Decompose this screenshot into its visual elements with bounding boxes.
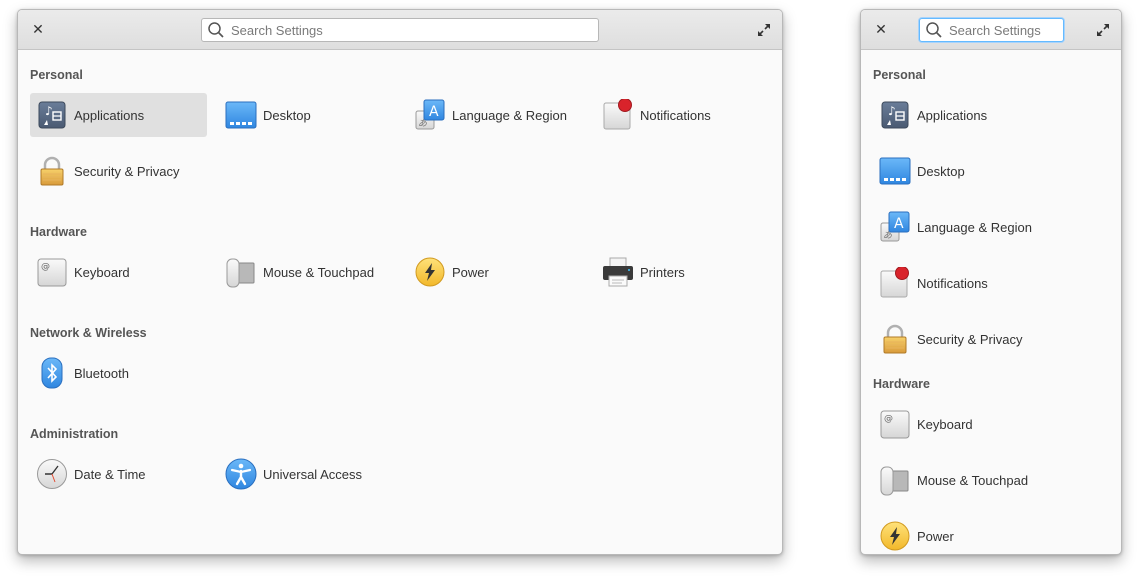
keyboard-icon: @ (879, 408, 911, 440)
clock-icon (36, 458, 68, 490)
svg-text:♪: ♪ (45, 104, 53, 118)
settings-item-security-privacy[interactable]: Security & Privacy (30, 149, 207, 193)
category-view: Personal ♪ Applications Desktop あ A Language &… (861, 51, 1121, 554)
settings-item-power[interactable]: Power (408, 250, 585, 294)
header-bar: ✕ (18, 10, 782, 50)
settings-item-printers[interactable]: Printers (596, 250, 773, 294)
svg-text:@: @ (884, 414, 893, 424)
language-icon: あA (414, 99, 446, 131)
svg-text:@: @ (41, 262, 50, 272)
search-icon (926, 22, 942, 38)
lock-icon (879, 323, 911, 355)
settings-item-label: Language & Region (917, 219, 1032, 235)
section-title-hardware: Hardware (873, 377, 930, 391)
settings-item-notifications[interactable]: Notifications (873, 261, 1109, 305)
maximize-button[interactable] (755, 21, 773, 39)
search-input[interactable] (949, 22, 1063, 38)
search-field[interactable] (919, 18, 1064, 42)
settings-item-label: Keyboard (917, 416, 973, 432)
settings-item-label: Power (917, 528, 954, 544)
settings-window-wide: ✕ Personal ♪ Applications Desktop あA Language… (17, 9, 783, 555)
svg-text:A: A (429, 104, 439, 120)
settings-item-desktop[interactable]: Desktop (219, 93, 396, 137)
settings-item-security-privacy[interactable]: Security & Privacy (873, 317, 1109, 361)
settings-item-mouse-touchpad[interactable]: Mouse & Touchpad (873, 458, 1109, 502)
section-title-network-wireless: Network & Wireless (30, 326, 147, 340)
section-title-personal: Personal (30, 68, 83, 82)
close-button[interactable]: ✕ (873, 21, 889, 37)
settings-item-universal-access[interactable]: Universal Access (219, 452, 396, 496)
settings-item-label: Mouse & Touchpad (917, 472, 1029, 488)
search-input[interactable] (231, 22, 598, 38)
maximize-icon (758, 24, 770, 36)
close-button[interactable]: ✕ (30, 21, 46, 37)
maximize-button[interactable] (1094, 21, 1112, 39)
bluetooth-icon (36, 357, 68, 389)
settings-item-label: Universal Access (263, 466, 362, 482)
settings-item-applications[interactable]: ♪ Applications (873, 93, 1109, 137)
settings-item-label: Date & Time (74, 466, 146, 482)
mouse-icon (879, 464, 911, 496)
settings-item-label: Language & Region (452, 107, 567, 123)
settings-item-language-region[interactable]: あ A Language & Region (873, 205, 1109, 249)
notifications-icon (879, 267, 911, 299)
printer-icon (602, 256, 634, 288)
power-icon (879, 520, 911, 552)
settings-item-label: Mouse & Touchpad (263, 264, 375, 280)
header-bar: ✕ (861, 10, 1121, 50)
close-icon: ✕ (875, 21, 887, 37)
settings-item-mouse-touchpad[interactable]: Mouse & Touchpad (219, 250, 396, 294)
settings-item-label: Applications (917, 107, 988, 123)
maximize-icon (1097, 24, 1109, 36)
settings-item-notifications[interactable]: Notifications (596, 93, 773, 137)
settings-item-label: Power (452, 264, 489, 280)
svg-text:♪: ♪ (888, 104, 896, 118)
desktop-icon (225, 99, 257, 131)
settings-item-label: Security & Privacy (74, 163, 180, 179)
svg-text:A: A (894, 216, 904, 232)
notifications-icon (602, 99, 634, 131)
applications-icon: ♪ (879, 99, 911, 131)
mouse-icon (225, 256, 257, 288)
settings-item-bluetooth[interactable]: Bluetooth (30, 351, 207, 395)
search-icon (208, 22, 224, 38)
section-title-hardware: Hardware (30, 225, 87, 239)
desktop-icon (879, 155, 911, 187)
settings-item-label: Security & Privacy (917, 331, 1023, 347)
settings-item-label: Applications (74, 107, 145, 123)
settings-item-applications[interactable]: ♪ Applications (30, 93, 207, 137)
settings-item-label: Printers (640, 264, 685, 280)
keyboard-icon: @ (36, 256, 68, 288)
accessibility-icon (225, 458, 257, 490)
applications-icon: ♪ (36, 99, 68, 131)
settings-item-keyboard[interactable]: @ Keyboard (873, 402, 1109, 446)
lock-icon (36, 155, 68, 187)
settings-item-label: Keyboard (74, 264, 130, 280)
search-field[interactable] (201, 18, 599, 42)
settings-window-narrow: ✕ Personal ♪ Applications Desktop あA Language… (860, 9, 1122, 555)
settings-item-desktop[interactable]: Desktop (873, 149, 1109, 193)
settings-item-keyboard[interactable]: @ Keyboard (30, 250, 207, 294)
settings-item-date-time[interactable]: Date & Time (30, 452, 207, 496)
power-icon (414, 256, 446, 288)
settings-item-label: Bluetooth (74, 365, 129, 381)
settings-item-language-region[interactable]: あ A Language & Region (408, 93, 585, 137)
language-icon: あA (879, 211, 911, 243)
settings-item-label: Notifications (640, 107, 711, 123)
settings-item-label: Desktop (917, 163, 965, 179)
section-title-personal: Personal (873, 68, 926, 82)
settings-item-label: Notifications (917, 275, 988, 291)
section-title-administration: Administration (30, 427, 119, 441)
settings-item-label: Desktop (263, 107, 311, 123)
settings-item-power[interactable]: Power (873, 514, 1109, 554)
close-icon: ✕ (32, 21, 44, 37)
category-view: Personal ♪ Applications Desktop あ A Language &… (18, 51, 782, 554)
